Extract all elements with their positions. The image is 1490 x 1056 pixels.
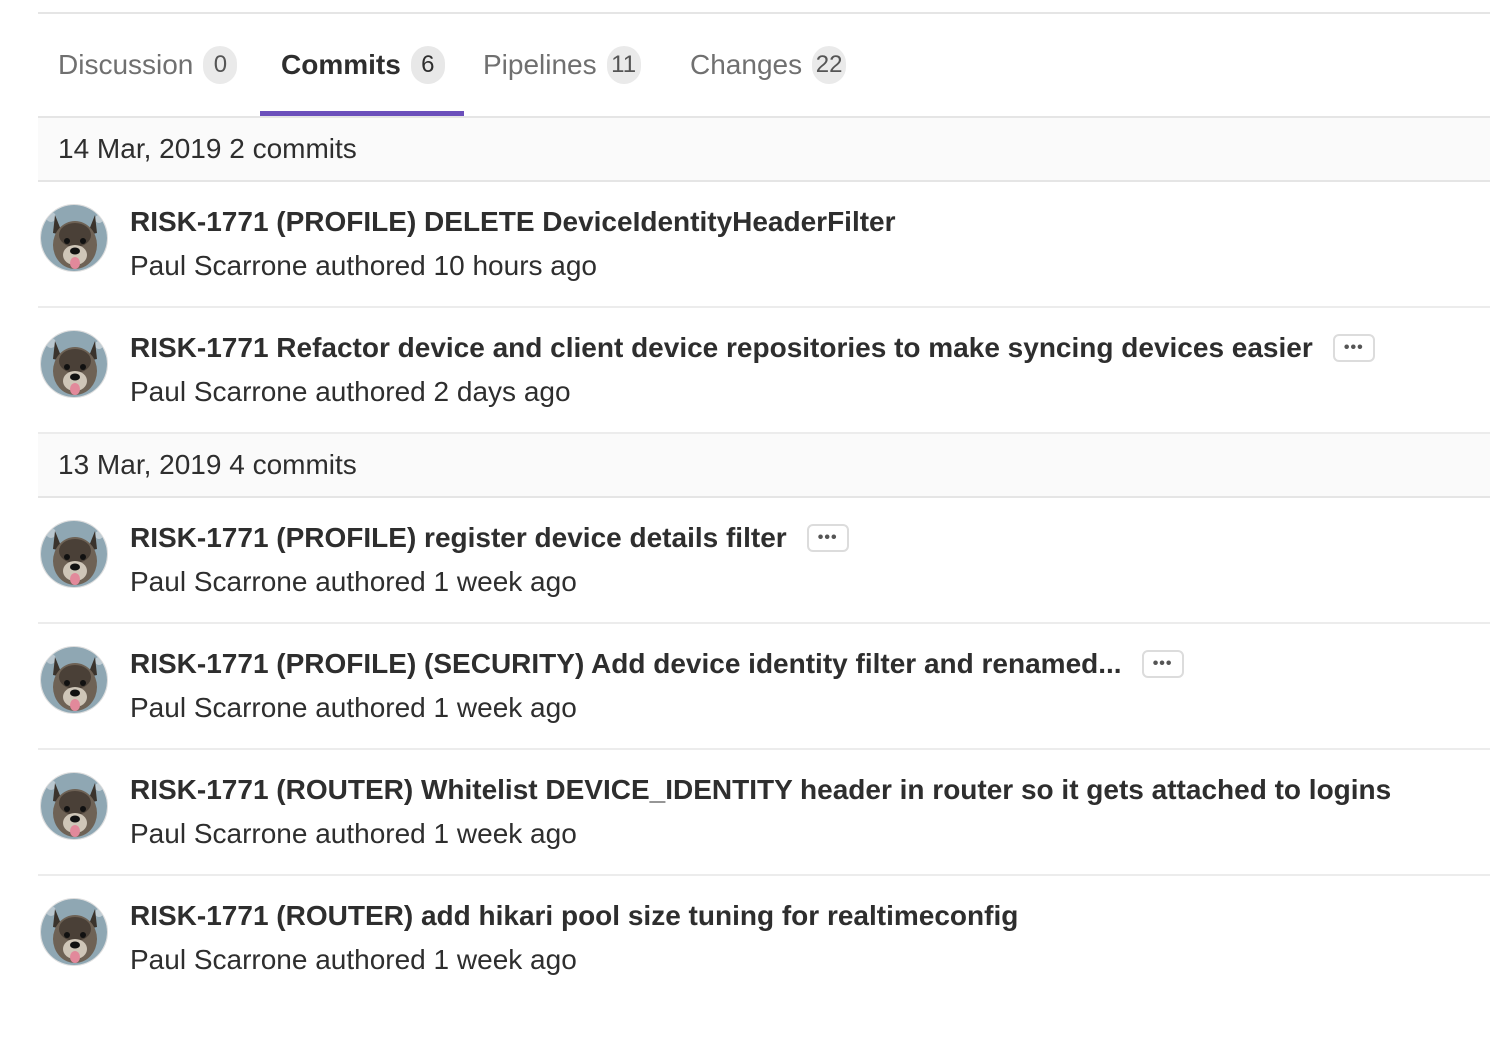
commit-verb: authored xyxy=(315,566,426,597)
commit-meta: Paul Scarrone authored 1 week ago xyxy=(130,566,577,598)
avatar[interactable] xyxy=(40,898,108,966)
commit-author-link[interactable]: Paul Scarrone xyxy=(130,376,307,407)
commit-time: 1 week ago xyxy=(433,944,577,975)
commit-title: RISK-1771 (PROFILE) (SECURITY) Add devic… xyxy=(130,648,1122,679)
tab-discussion[interactable]: Discussion 0 xyxy=(58,14,238,116)
merge-request-tabs: Discussion 0 Commits 6 Pipelines 11 Chan… xyxy=(38,14,1490,118)
commit-title: RISK-1771 (PROFILE) register device deta… xyxy=(130,522,787,553)
commit-time: 1 week ago xyxy=(433,692,577,723)
commit-author-link[interactable]: Paul Scarrone xyxy=(130,944,307,975)
commit-title-link[interactable]: RISK-1771 Refactor device and client dev… xyxy=(130,332,1375,364)
commit-title-link[interactable]: RISK-1771 (PROFILE) (SECURITY) Add devic… xyxy=(130,648,1184,680)
tab-commits-count-badge: 6 xyxy=(410,46,445,84)
tab-pipelines-count-badge: 11 xyxy=(606,46,641,84)
commit-meta: Paul Scarrone authored 2 days ago xyxy=(130,376,571,408)
commit-verb: authored xyxy=(315,944,426,975)
avatar[interactable] xyxy=(40,520,108,588)
commit-title: RISK-1771 (ROUTER) add hikari pool size … xyxy=(130,900,1019,931)
commit-day-header: 13 Mar, 2019 4 commits xyxy=(38,434,1490,498)
commit-title: RISK-1771 Refactor device and client dev… xyxy=(130,332,1313,363)
tab-commits[interactable]: Commits 6 xyxy=(281,14,445,116)
commit-verb: authored xyxy=(315,692,426,723)
toggle-description-button[interactable]: ••• xyxy=(806,524,849,552)
commit-meta: Paul Scarrone authored 10 hours ago xyxy=(130,250,597,282)
tab-discussion-label: Discussion xyxy=(58,49,194,80)
commit-time: 10 hours ago xyxy=(433,250,598,281)
commit-verb: authored xyxy=(315,376,426,407)
tab-commits-label: Commits xyxy=(281,49,401,80)
commit-day-header-text: 13 Mar, 2019 4 commits xyxy=(58,449,357,480)
commit-meta: Paul Scarrone authored 1 week ago xyxy=(130,818,577,850)
commit-title: RISK-1771 (PROFILE) DELETE DeviceIdentit… xyxy=(130,206,896,237)
commit-verb: authored xyxy=(315,818,426,849)
commit-author-link[interactable]: Paul Scarrone xyxy=(130,566,307,597)
commit-time: 2 days ago xyxy=(433,376,571,407)
commit-row: RISK-1771 (PROFILE) register device deta… xyxy=(38,498,1490,624)
commit-verb: authored xyxy=(315,250,426,281)
avatar[interactable] xyxy=(40,204,108,272)
tab-discussion-count-badge: 0 xyxy=(203,46,238,84)
active-tab-indicator xyxy=(260,111,464,116)
commit-meta: Paul Scarrone authored 1 week ago xyxy=(130,692,577,724)
avatar[interactable] xyxy=(40,646,108,714)
commit-author-link[interactable]: Paul Scarrone xyxy=(130,250,307,281)
toggle-description-button[interactable]: ••• xyxy=(1332,334,1375,362)
avatar[interactable] xyxy=(40,772,108,840)
commit-row: RISK-1771 Refactor device and client dev… xyxy=(38,308,1490,434)
commit-row: RISK-1771 (ROUTER) Whitelist DEVICE_IDEN… xyxy=(38,750,1490,876)
commit-title-link[interactable]: RISK-1771 (PROFILE) register device deta… xyxy=(130,522,849,554)
commit-title-link[interactable]: RISK-1771 (PROFILE) DELETE DeviceIdentit… xyxy=(130,206,896,238)
commit-title-link[interactable]: RISK-1771 (ROUTER) Whitelist DEVICE_IDEN… xyxy=(130,774,1391,806)
commit-day-header: 14 Mar, 2019 2 commits xyxy=(38,118,1490,182)
commit-title-link[interactable]: RISK-1771 (ROUTER) add hikari pool size … xyxy=(130,900,1018,932)
commit-title: RISK-1771 (ROUTER) Whitelist DEVICE_IDEN… xyxy=(130,774,1392,805)
tab-changes-count-badge: 22 xyxy=(812,46,847,84)
commit-row: RISK-1771 (PROFILE) (SECURITY) Add devic… xyxy=(38,624,1490,750)
commit-author-link[interactable]: Paul Scarrone xyxy=(130,692,307,723)
tab-changes-label: Changes xyxy=(690,49,803,80)
commit-author-link[interactable]: Paul Scarrone xyxy=(130,818,307,849)
commit-day-header-text: 14 Mar, 2019 2 commits xyxy=(58,133,357,164)
tab-pipelines[interactable]: Pipelines 11 xyxy=(483,14,641,116)
commit-meta: Paul Scarrone authored 1 week ago xyxy=(130,944,577,976)
commit-time: 1 week ago xyxy=(433,818,577,849)
commit-time: 1 week ago xyxy=(433,566,577,597)
commit-row: RISK-1771 (ROUTER) add hikari pool size … xyxy=(38,876,1490,1002)
tab-pipelines-label: Pipelines xyxy=(483,49,597,80)
toggle-description-button[interactable]: ••• xyxy=(1141,650,1184,678)
commit-row: RISK-1771 (PROFILE) DELETE DeviceIdentit… xyxy=(38,182,1490,308)
tab-changes[interactable]: Changes 22 xyxy=(690,14,847,116)
avatar[interactable] xyxy=(40,330,108,398)
